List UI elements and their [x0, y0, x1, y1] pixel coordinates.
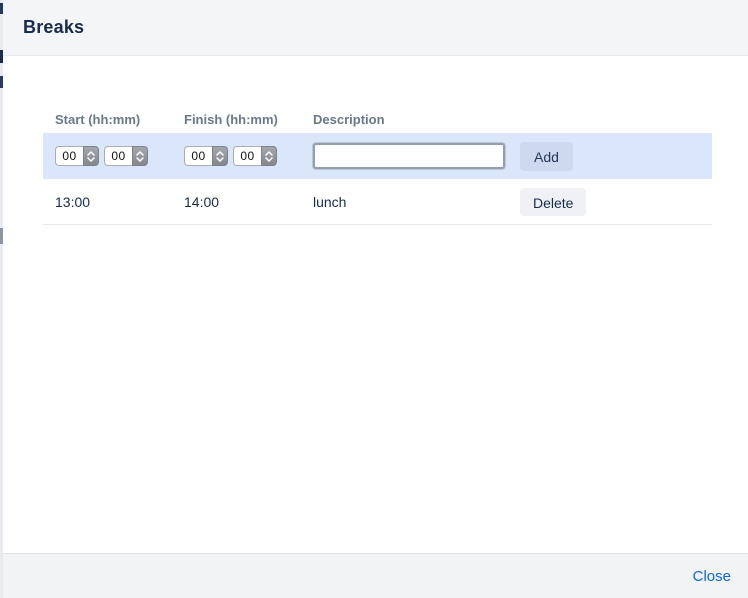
start-minute-spinner[interactable]: 00 — [104, 146, 148, 166]
start-time-cell: 00 00 — [43, 133, 172, 179]
finish-hour-value[interactable]: 00 — [184, 146, 212, 166]
close-button[interactable]: Close — [693, 568, 731, 585]
background-artifact — [0, 50, 3, 63]
add-button[interactable]: Add — [520, 142, 573, 171]
chevron-down-icon — [216, 157, 224, 162]
finish-time-cell: 00 00 — [172, 133, 301, 179]
start-minute-stepper[interactable] — [132, 146, 148, 166]
chevron-up-icon — [216, 151, 224, 156]
start-hour-value[interactable]: 00 — [55, 146, 83, 166]
finish-hour-stepper[interactable] — [212, 146, 228, 166]
table-header-row: Start (hh:mm) Finish (hh:mm) Description — [43, 105, 712, 133]
break-finish-time: 14:00 — [172, 179, 301, 225]
breaks-table: Start (hh:mm) Finish (hh:mm) Description… — [43, 105, 712, 225]
column-header-actions — [508, 105, 712, 133]
column-header-description: Description — [301, 105, 508, 133]
chevron-up-icon — [136, 151, 144, 156]
start-hour-spinner[interactable]: 00 — [55, 146, 99, 166]
finish-minute-value[interactable]: 00 — [233, 146, 261, 166]
background-artifact — [0, 3, 3, 14]
start-minute-value[interactable]: 00 — [104, 146, 132, 166]
finish-minute-spinner[interactable]: 00 — [233, 146, 277, 166]
chevron-down-icon — [136, 157, 144, 162]
add-action-cell: Add — [508, 133, 712, 179]
delete-action-cell: Delete — [508, 179, 712, 225]
background-artifact — [0, 76, 3, 88]
dialog-footer: Close — [3, 553, 748, 598]
column-header-start: Start (hh:mm) — [43, 105, 172, 133]
column-header-finish: Finish (hh:mm) — [172, 105, 301, 133]
breaks-dialog: Breaks Start (hh:mm) Finish (hh:mm) Desc… — [3, 0, 748, 598]
chevron-up-icon — [87, 151, 95, 156]
break-start-time: 13:00 — [43, 179, 172, 225]
dialog-title: Breaks — [23, 17, 84, 38]
delete-button[interactable]: Delete — [520, 188, 586, 216]
finish-hour-spinner[interactable]: 00 — [184, 146, 228, 166]
dialog-header: Breaks — [3, 0, 748, 56]
background-page-sliver — [0, 0, 3, 598]
chevron-up-icon — [265, 151, 273, 156]
chevron-down-icon — [87, 157, 95, 162]
start-hour-stepper[interactable] — [83, 146, 99, 166]
new-break-input-row: 00 00 — [43, 133, 712, 179]
background-artifact — [0, 228, 3, 244]
description-input[interactable] — [313, 143, 505, 169]
dialog-body: Start (hh:mm) Finish (hh:mm) Description… — [3, 56, 748, 553]
finish-minute-stepper[interactable] — [261, 146, 277, 166]
break-description: lunch — [301, 179, 508, 225]
description-cell — [301, 133, 508, 179]
chevron-down-icon — [265, 157, 273, 162]
break-row: 13:00 14:00 lunch Delete — [43, 179, 712, 225]
